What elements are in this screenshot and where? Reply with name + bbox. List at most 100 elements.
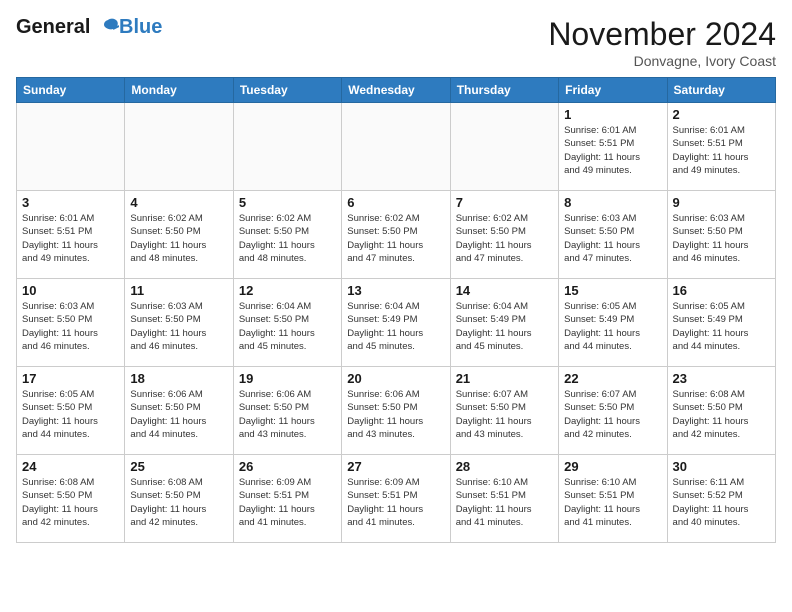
- day-number: 29: [564, 459, 661, 474]
- day-number: 28: [456, 459, 553, 474]
- day-info: Sunrise: 6:02 AM Sunset: 5:50 PM Dayligh…: [130, 212, 227, 265]
- day-info: Sunrise: 6:03 AM Sunset: 5:50 PM Dayligh…: [22, 300, 119, 353]
- day-info: Sunrise: 6:10 AM Sunset: 5:51 PM Dayligh…: [456, 476, 553, 529]
- day-info: Sunrise: 6:01 AM Sunset: 5:51 PM Dayligh…: [22, 212, 119, 265]
- calendar-day-30: 30 Sunrise: 6:11 AM Sunset: 5:52 PM Dayli…: [667, 455, 775, 543]
- day-number: 2: [673, 107, 770, 122]
- day-info: Sunrise: 6:03 AM Sunset: 5:50 PM Dayligh…: [673, 212, 770, 265]
- day-info: Sunrise: 6:06 AM Sunset: 5:50 PM Dayligh…: [347, 388, 444, 441]
- calendar-day-4: 4 Sunrise: 6:02 AM Sunset: 5:50 PM Daylig…: [125, 191, 233, 279]
- day-number: 30: [673, 459, 770, 474]
- day-info: Sunrise: 6:03 AM Sunset: 5:50 PM Dayligh…: [130, 300, 227, 353]
- day-number: 16: [673, 283, 770, 298]
- calendar-day-5: 5Sunrise: 6:02 AM Sunset: 5:50 PM Daylig…: [233, 191, 341, 279]
- weekday-header-tuesday: Tuesday: [233, 78, 341, 103]
- weekday-header-thursday: Thursday: [450, 78, 558, 103]
- day-number: 3: [22, 195, 119, 210]
- day-info: Sunrise: 6:09 AM Sunset: 5:51 PM Dayligh…: [239, 476, 336, 529]
- day-number: 12: [239, 283, 336, 298]
- logo: General Blue: [16, 16, 162, 38]
- page-header: General Blue November 2024 Donvagne, Ivo…: [16, 16, 776, 69]
- calendar-day-1: 1Sunrise: 6:01 AM Sunset: 5:51 PM Daylig…: [559, 103, 667, 191]
- day-number: 26: [239, 459, 336, 474]
- calendar-day-25: 25 Sunrise: 6:08 AM Sunset: 5:50 PM Dayli…: [125, 455, 233, 543]
- day-info: Sunrise: 6:05 AM Sunset: 5:49 PM Dayligh…: [673, 300, 770, 353]
- day-number: 20: [347, 371, 444, 386]
- calendar-week-row-3: 10 Sunrise: 6:03 AM Sunset: 5:50 PM Dayli…: [17, 279, 776, 367]
- calendar-day-10: 10 Sunrise: 6:03 AM Sunset: 5:50 PM Dayli…: [17, 279, 125, 367]
- calendar-day-8: 8Sunrise: 6:03 AM Sunset: 5:50 PM Daylig…: [559, 191, 667, 279]
- calendar-empty-cell: [17, 103, 125, 191]
- day-number: 17: [22, 371, 119, 386]
- day-number: 24: [22, 459, 119, 474]
- day-info: Sunrise: 6:04 AM Sunset: 5:49 PM Dayligh…: [456, 300, 553, 353]
- calendar-day-6: 6 Sunrise: 6:02 AM Sunset: 5:50 PM Daylig…: [342, 191, 450, 279]
- calendar-week-row-1: 1 Sunrise: 6:01 AM Sunset: 5:51 PM Daylig…: [17, 103, 776, 191]
- calendar-day-22: 22 Sunrise: 6:07 AM Sunset: 5:50 PM Dayli…: [559, 367, 667, 455]
- day-number: 18: [130, 371, 227, 386]
- logo-blue-text: Blue: [119, 16, 162, 38]
- day-info: Sunrise: 6:06 AM Sunset: 5:50 PM Dayligh…: [130, 388, 227, 441]
- day-number: 6: [347, 195, 444, 210]
- calendar-day-14: 14 Sunrise: 6:04 AM Sunset: 5:49 PM Dayli…: [450, 279, 558, 367]
- day-number: 15: [564, 283, 661, 298]
- weekday-header-row: SundayMondayTuesdayWednesdayThursdayFrid…: [17, 78, 776, 103]
- calendar-day-28: 28 Sunrise: 6:10 AM Sunset: 5:51 PM Dayli…: [450, 455, 558, 543]
- day-info: Sunrise: 6:05 AM Sunset: 5:49 PM Dayligh…: [564, 300, 661, 353]
- calendar-day-11: 11Sunrise: 6:03 AM Sunset: 5:50 PM Dayli…: [125, 279, 233, 367]
- day-number: 5: [239, 195, 336, 210]
- calendar-day-13: 13 Sunrise: 6:04 AM Sunset: 5:49 PM Dayli…: [342, 279, 450, 367]
- day-number: 4: [130, 195, 227, 210]
- day-number: 25: [130, 459, 227, 474]
- day-info: Sunrise: 6:09 AM Sunset: 5:51 PM Dayligh…: [347, 476, 444, 529]
- weekday-header-monday: Monday: [125, 78, 233, 103]
- weekday-header-saturday: Saturday: [667, 78, 775, 103]
- calendar-day-17: 17Sunrise: 6:05 AM Sunset: 5:50 PM Dayli…: [17, 367, 125, 455]
- day-info: Sunrise: 6:04 AM Sunset: 5:49 PM Dayligh…: [347, 300, 444, 353]
- day-info: Sunrise: 6:02 AM Sunset: 5:50 PM Dayligh…: [347, 212, 444, 265]
- calendar-day-9: 9 Sunrise: 6:03 AM Sunset: 5:50 PM Daylig…: [667, 191, 775, 279]
- day-info: Sunrise: 6:11 AM Sunset: 5:52 PM Dayligh…: [673, 476, 770, 529]
- day-number: 10: [22, 283, 119, 298]
- day-number: 19: [239, 371, 336, 386]
- day-number: 14: [456, 283, 553, 298]
- logo-bird-icon: [97, 18, 119, 38]
- day-info: Sunrise: 6:08 AM Sunset: 5:50 PM Dayligh…: [130, 476, 227, 529]
- day-info: Sunrise: 6:04 AM Sunset: 5:50 PM Dayligh…: [239, 300, 336, 353]
- day-number: 9: [673, 195, 770, 210]
- weekday-header-sunday: Sunday: [17, 78, 125, 103]
- day-info: Sunrise: 6:07 AM Sunset: 5:50 PM Dayligh…: [456, 388, 553, 441]
- title-block: November 2024 Donvagne, Ivory Coast: [548, 16, 776, 69]
- calendar-day-27: 27 Sunrise: 6:09 AM Sunset: 5:51 PM Dayli…: [342, 455, 450, 543]
- day-info: Sunrise: 6:02 AM Sunset: 5:50 PM Dayligh…: [456, 212, 553, 265]
- day-number: 1: [564, 107, 661, 122]
- calendar-day-19: 19 Sunrise: 6:06 AM Sunset: 5:50 PM Dayli…: [233, 367, 341, 455]
- weekday-header-friday: Friday: [559, 78, 667, 103]
- calendar-empty-cell: [233, 103, 341, 191]
- day-info: Sunrise: 6:08 AM Sunset: 5:50 PM Dayligh…: [22, 476, 119, 529]
- calendar-table: SundayMondayTuesdayWednesdayThursdayFrid…: [16, 77, 776, 543]
- day-number: 27: [347, 459, 444, 474]
- day-number: 23: [673, 371, 770, 386]
- calendar-week-row-5: 24 Sunrise: 6:08 AM Sunset: 5:50 PM Dayli…: [17, 455, 776, 543]
- day-number: 21: [456, 371, 553, 386]
- day-info: Sunrise: 6:06 AM Sunset: 5:50 PM Dayligh…: [239, 388, 336, 441]
- calendar-day-23: 23Sunrise: 6:08 AM Sunset: 5:50 PM Dayli…: [667, 367, 775, 455]
- logo-text: General: [16, 16, 119, 38]
- weekday-header-wednesday: Wednesday: [342, 78, 450, 103]
- calendar-day-21: 21 Sunrise: 6:07 AM Sunset: 5:50 PM Dayli…: [450, 367, 558, 455]
- day-number: 13: [347, 283, 444, 298]
- calendar-day-29: 29 Sunrise: 6:10 AM Sunset: 5:51 PM Dayli…: [559, 455, 667, 543]
- calendar-week-row-4: 17Sunrise: 6:05 AM Sunset: 5:50 PM Dayli…: [17, 367, 776, 455]
- calendar-day-7: 7Sunrise: 6:02 AM Sunset: 5:50 PM Daylig…: [450, 191, 558, 279]
- month-title: November 2024: [548, 16, 776, 53]
- day-info: Sunrise: 6:07 AM Sunset: 5:50 PM Dayligh…: [564, 388, 661, 441]
- day-info: Sunrise: 6:01 AM Sunset: 5:51 PM Dayligh…: [673, 124, 770, 177]
- calendar-empty-cell: [342, 103, 450, 191]
- day-number: 22: [564, 371, 661, 386]
- calendar-day-20: 20 Sunrise: 6:06 AM Sunset: 5:50 PM Dayli…: [342, 367, 450, 455]
- calendar-day-3: 3 Sunrise: 6:01 AM Sunset: 5:51 PM Daylig…: [17, 191, 125, 279]
- day-number: 8: [564, 195, 661, 210]
- calendar-empty-cell: [125, 103, 233, 191]
- day-info: Sunrise: 6:10 AM Sunset: 5:51 PM Dayligh…: [564, 476, 661, 529]
